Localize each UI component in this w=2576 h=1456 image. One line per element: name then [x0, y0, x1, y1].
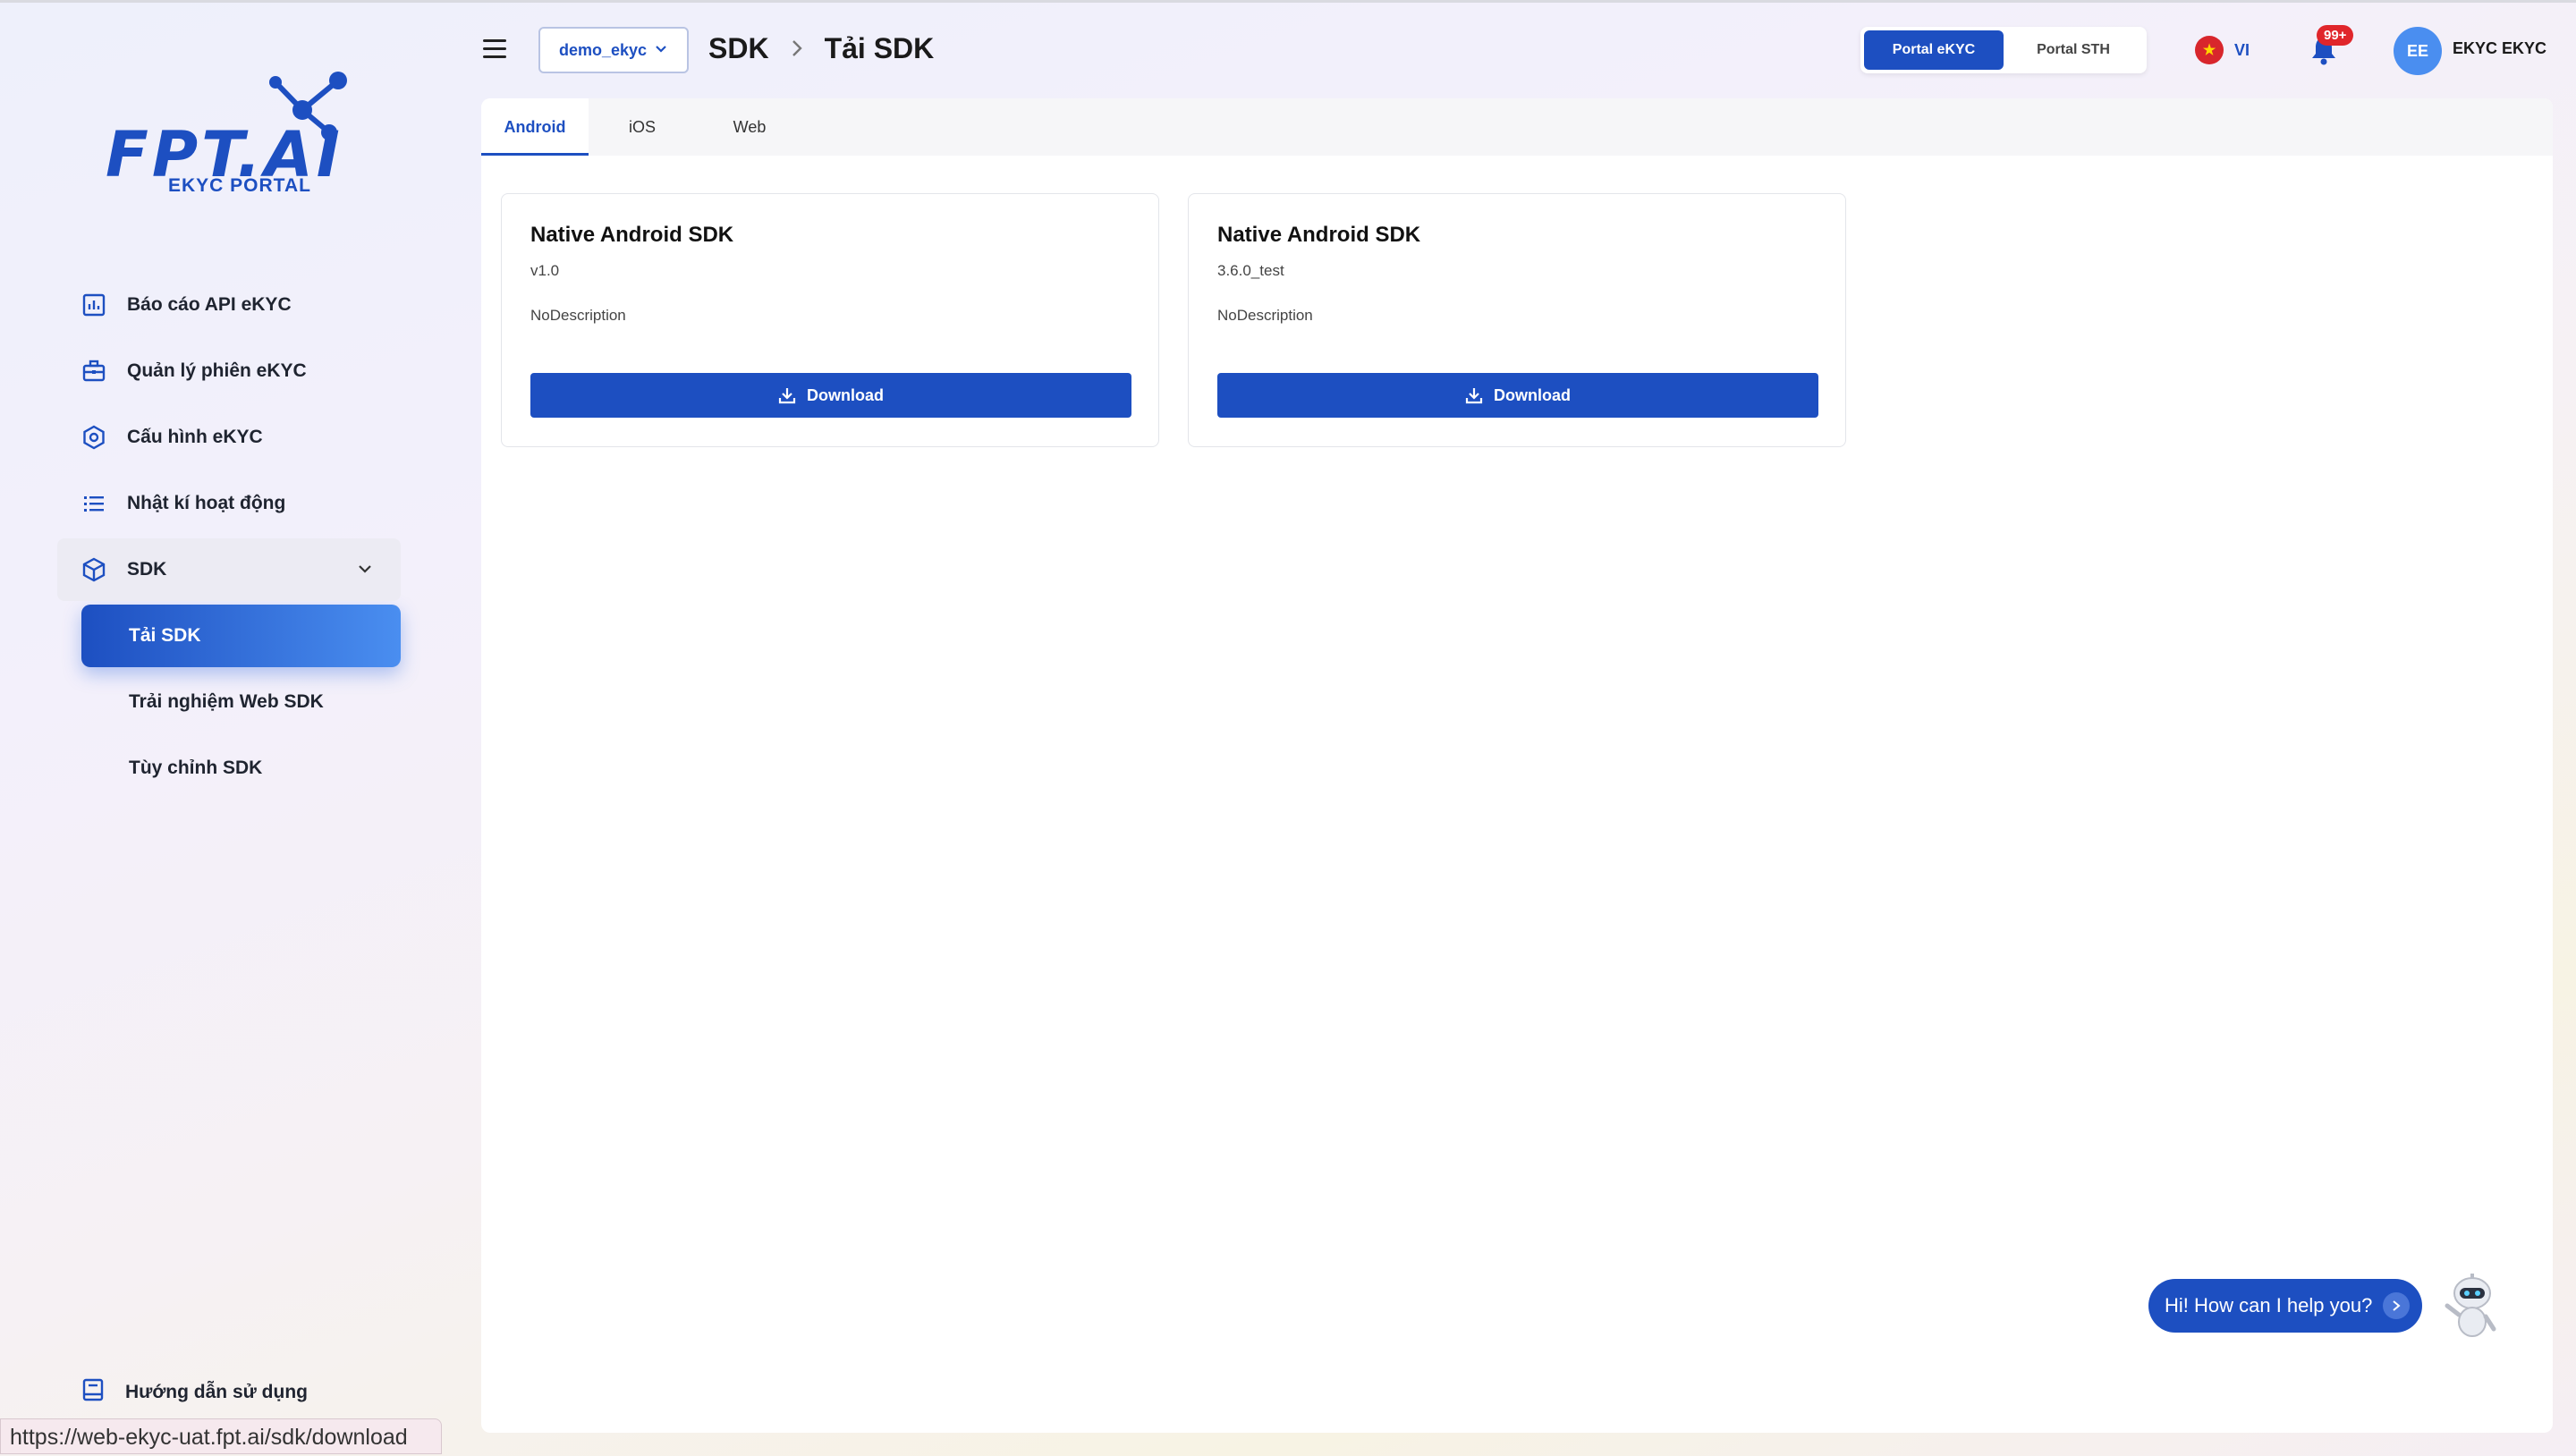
chevron-down-icon [654, 41, 668, 60]
chevron-down-icon [356, 560, 374, 582]
download-button-label: Download [1494, 385, 1571, 404]
sidebar-item-label: SDK [127, 559, 167, 580]
robot-assistant-icon[interactable] [2440, 1270, 2504, 1342]
sidebar-item-label: Cấu hình eKYC [127, 427, 263, 447]
sidebar-item-web-sdk-trial[interactable]: Trải nghiệm Web SDK [81, 671, 401, 733]
briefcase-icon [80, 358, 107, 385]
sdk-card: Native Android SDK 3.6.0_test NoDescript… [1188, 193, 1846, 447]
breadcrumb-current: Tải SDK [824, 32, 935, 64]
portal-ekyc-button[interactable]: Portal eKYC [1864, 30, 2004, 70]
tab-android[interactable]: Android [481, 98, 589, 156]
sidebar-item-activity-log[interactable]: Nhật kí hoạt động [57, 472, 401, 535]
vietnam-flag-icon: ★ [2195, 36, 2224, 64]
project-select[interactable]: demo_ekyc [538, 27, 689, 73]
sidebar-item-ekyc-config[interactable]: Cấu hình eKYC [57, 406, 401, 469]
portal-sth-button[interactable]: Portal STH [2004, 30, 2143, 70]
sdk-card-title: Native Android SDK [530, 223, 734, 247]
sidebar-item-sdk[interactable]: SDK [57, 538, 401, 601]
tab-web[interactable]: Web [696, 98, 803, 156]
hamburger-icon-line [483, 47, 506, 50]
chat-label: Hi! How can I help you? [2165, 1294, 2373, 1316]
username[interactable]: EKYC EKYC [2453, 39, 2546, 58]
download-icon [1465, 388, 1483, 404]
language-switch[interactable]: ★ VI [2195, 36, 2250, 64]
chevron-right-icon [2383, 1292, 2410, 1319]
download-icon [778, 388, 796, 404]
sdk-card-description: NoDescription [530, 307, 626, 324]
sidebar-nav: Báo cáo API eKYC Quản lý phiên eKYC Cấu … [57, 274, 401, 803]
language-label: VI [2234, 40, 2250, 59]
download-button[interactable]: Download [1217, 373, 1818, 418]
chat-assistant-button[interactable]: Hi! How can I help you? [2148, 1279, 2422, 1333]
sidebar: FPT.AI EKYC PORTAL Báo cáo API eKYC Quản… [0, 0, 465, 1456]
sidebar-item-user-guide[interactable]: Hướng dẫn sử dụng [80, 1377, 308, 1407]
brand-logo[interactable]: FPT.AI EKYC PORTAL [106, 70, 356, 204]
sidebar-item-label: Nhật kí hoạt động [127, 493, 286, 513]
project-select-value: demo_ekyc [558, 40, 648, 59]
sdk-card-version: v1.0 [530, 262, 560, 279]
download-button-label: Download [807, 385, 884, 404]
sdk-card: Native Android SDK v1.0 NoDescription Do… [501, 193, 1159, 447]
sidebar-item-session-management[interactable]: Quản lý phiên eKYC [57, 340, 401, 402]
download-button[interactable]: Download [530, 373, 1131, 418]
sidebar-item-api-report[interactable]: Báo cáo API eKYC [57, 274, 401, 336]
hamburger-icon [483, 39, 506, 42]
settings-hex-icon [80, 424, 107, 451]
sidebar-item-label: Quản lý phiên eKYC [127, 360, 307, 381]
network-nodes-icon [269, 72, 347, 140]
tab-ios[interactable]: iOS [589, 98, 696, 156]
sidebar-item-label: Báo cáo API eKYC [127, 294, 292, 315]
list-icon [80, 490, 107, 517]
breadcrumb: SDK Tải SDK [708, 32, 934, 65]
menu-toggle-button[interactable] [483, 39, 510, 61]
bar-chart-icon [80, 292, 107, 318]
portal-switch: Portal eKYC Portal STH [1860, 27, 2147, 73]
breadcrumb-item[interactable]: SDK [708, 32, 769, 65]
sdk-card-title: Native Android SDK [1217, 223, 1421, 247]
sidebar-item-label: Hướng dẫn sử dụng [125, 1381, 308, 1402]
hamburger-icon-line [483, 55, 506, 58]
sdk-card-description: NoDescription [1217, 307, 1313, 324]
main-content: Android iOS Web Native Android SDK v1.0 … [481, 98, 2553, 1433]
sidebar-item-download-sdk[interactable]: Tải SDK [81, 605, 401, 667]
box-icon [80, 556, 107, 583]
sidebar-item-customize-sdk[interactable]: Tùy chỉnh SDK [81, 737, 401, 800]
notification-badge: 99+ [2317, 25, 2354, 46]
sdk-card-version: 3.6.0_test [1217, 262, 1284, 279]
chevron-right-icon [789, 32, 805, 65]
platform-tabs: Android iOS Web [481, 98, 2553, 156]
logo-subtitle: EKYC PORTAL [168, 175, 311, 196]
avatar[interactable]: EE [2394, 27, 2442, 75]
browser-status-url: https://web-ekyc-uat.fpt.ai/sdk/download [0, 1418, 442, 1454]
sdk-submenu: Tải SDK Trải nghiệm Web SDK Tùy chỉnh SD… [81, 605, 401, 800]
book-icon [80, 1377, 106, 1407]
